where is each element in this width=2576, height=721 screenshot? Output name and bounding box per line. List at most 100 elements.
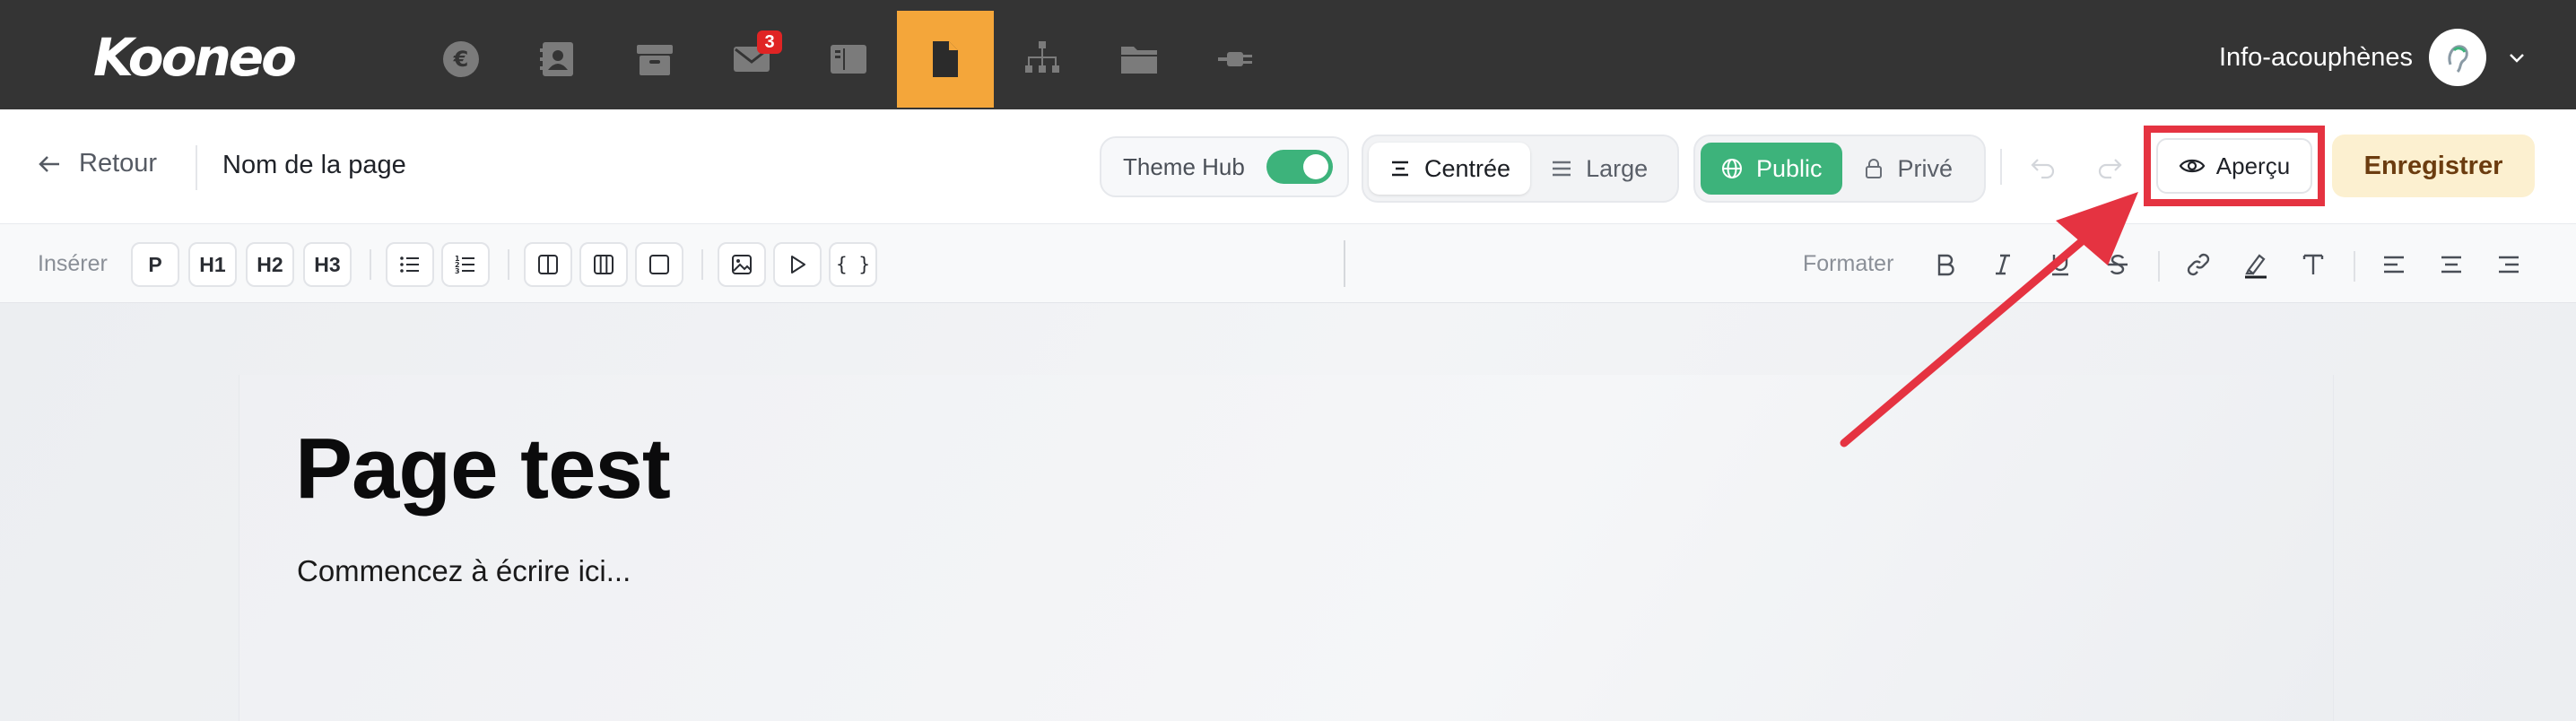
nav-layouts[interactable] (800, 11, 897, 108)
box-icon (637, 45, 673, 75)
avatar (2429, 29, 2486, 86)
lock-icon (1865, 159, 1882, 178)
divider (2000, 149, 2002, 185)
align-left-button[interactable] (2373, 244, 2415, 285)
visibility-switch: Public Privé (1693, 135, 1986, 203)
nav-contacts[interactable] (509, 11, 606, 108)
insert-label: Insérer (38, 251, 108, 276)
kooneo-logo[interactable]: Kooneo (93, 27, 297, 88)
align-center-button[interactable] (2431, 244, 2472, 285)
visibility-private-label: Privé (1897, 154, 1954, 182)
nav-files[interactable] (1091, 11, 1188, 108)
strikethrough-icon (2108, 255, 2128, 274)
toolbar-divider (2158, 251, 2160, 282)
account-name: Info-acouphènes (2218, 42, 2413, 72)
page-title[interactable]: Page test (295, 420, 671, 518)
numbered-list-button[interactable]: 123 (441, 242, 490, 287)
three-columns-button[interactable] (579, 242, 628, 287)
nav-sales[interactable]: € (413, 11, 509, 108)
back-label: Retour (79, 149, 158, 178)
theme-hub-control: Theme Hub (1100, 136, 1349, 197)
page-body-text[interactable]: Commencez à écrire ici... (297, 554, 631, 588)
align-left-icon (2384, 256, 2404, 274)
play-icon (791, 256, 805, 274)
top-navigation-bar: Kooneo € 3 Info-acouphènes (0, 0, 2576, 109)
insert-h2-button[interactable]: H2 (246, 242, 294, 287)
toolbar-divider (2354, 251, 2355, 282)
preview-label: Aperçu (2215, 152, 2291, 179)
account-menu[interactable]: Info-acouphènes (2219, 29, 2528, 86)
align-right-button[interactable] (2488, 244, 2529, 285)
layout-centered-button[interactable]: Centrée (1369, 143, 1531, 195)
menu-lines-icon (1553, 161, 1571, 177)
two-columns-icon (538, 255, 558, 274)
folder-icon (1121, 47, 1157, 74)
arrow-left-icon (39, 155, 59, 172)
nav-pages[interactable] (897, 11, 994, 108)
layout-icon (831, 45, 866, 74)
nav-products[interactable] (606, 11, 703, 108)
insert-paragraph-button[interactable]: P (131, 242, 179, 287)
eye-icon (2179, 159, 2206, 173)
undo-icon[interactable] (2029, 152, 2058, 181)
layout-wide-label: Large (1586, 154, 1649, 182)
bold-icon (1937, 254, 1954, 276)
unread-count-badge: 3 (757, 30, 782, 54)
preview-button[interactable]: Aperçu (2156, 138, 2312, 194)
editor-canvas: Page test Commencez à écrire ici... (0, 303, 2576, 721)
italic-button[interactable] (1982, 244, 2023, 285)
layout-wide-button[interactable]: Large (1530, 143, 1667, 195)
underline-button[interactable] (2040, 244, 2081, 285)
bullet-list-button[interactable] (386, 242, 434, 287)
highlight-button[interactable] (2235, 244, 2276, 285)
visibility-public-button[interactable]: Public (1701, 143, 1842, 195)
nav-integrations[interactable] (1188, 11, 1284, 108)
strikethrough-button[interactable] (2097, 244, 2138, 285)
layout-centered-label: Centrée (1424, 154, 1511, 182)
globe-icon (1722, 159, 1742, 178)
insert-h3-button[interactable]: H3 (303, 242, 352, 287)
square-icon (649, 255, 669, 274)
two-columns-button[interactable] (524, 242, 572, 287)
back-button[interactable]: Retour (36, 149, 157, 178)
nav-messages[interactable]: 3 (703, 11, 800, 108)
insert-image-button[interactable] (718, 242, 766, 287)
page-name[interactable]: Nom de la page (222, 151, 406, 180)
image-icon (732, 255, 752, 274)
visibility-private-button[interactable]: Privé (1842, 143, 1973, 195)
nav-sitemap[interactable] (994, 11, 1091, 108)
svg-text:3: 3 (455, 267, 460, 275)
divider (196, 145, 197, 190)
format-label: Formater (1803, 251, 1894, 276)
block-button[interactable] (635, 242, 683, 287)
theme-hub-toggle[interactable] (1266, 150, 1333, 184)
link-button[interactable] (2178, 244, 2219, 285)
toolbar-divider (701, 249, 703, 280)
text-style-button[interactable] (2293, 244, 2334, 285)
chevron-down-icon (2510, 54, 2524, 63)
align-center-icon (1392, 161, 1408, 177)
toolbar-divider (508, 249, 509, 280)
bullet-list-icon (400, 256, 419, 273)
insert-h1-button[interactable]: H1 (188, 242, 237, 287)
visibility-public-label: Public (1756, 154, 1823, 182)
toolbar-divider (1344, 240, 1345, 287)
highlighter-icon (2245, 254, 2267, 279)
align-center-icon (2441, 256, 2461, 274)
insert-code-button[interactable]: { } (829, 242, 877, 287)
three-columns-icon (594, 255, 614, 274)
link-icon (2187, 253, 2210, 276)
text-icon (2302, 254, 2324, 274)
plug-icon (1218, 52, 1252, 66)
bold-button[interactable] (1925, 244, 1966, 285)
redo-icon[interactable] (2095, 152, 2124, 181)
page-content-area[interactable]: Page test Commencez à écrire ici... (239, 375, 2334, 721)
insert-video-button[interactable] (773, 242, 822, 287)
svg-text:€: € (453, 47, 469, 72)
toolbar-divider (370, 249, 371, 280)
page-icon (933, 41, 958, 77)
main-nav: € 3 (413, 11, 1284, 108)
ear-logo-icon (2448, 45, 2468, 74)
underline-icon (2052, 255, 2068, 276)
save-button[interactable]: Enregistrer (2332, 135, 2535, 197)
